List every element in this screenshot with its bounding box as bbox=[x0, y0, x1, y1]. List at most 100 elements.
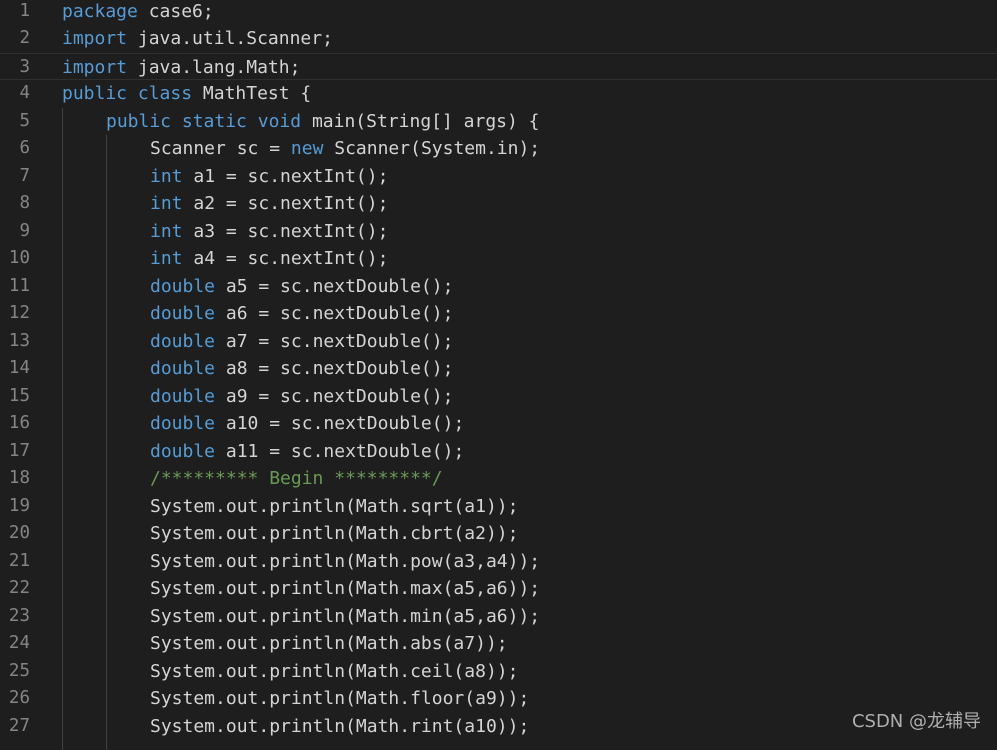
keyword-token: double bbox=[150, 331, 215, 352]
code-token: System.out.println(Math.min(a5,a6)); bbox=[150, 606, 540, 627]
code-text: System.out.println(Math.ceil(a8)); bbox=[150, 658, 518, 686]
keyword-token: int bbox=[150, 221, 183, 242]
code-line[interactable]: 9int a3 = sc.nextInt(); bbox=[0, 218, 997, 246]
line-number: 3 bbox=[0, 54, 30, 82]
code-token bbox=[127, 83, 138, 104]
code-line[interactable]: 5 public static void main(String[] args) … bbox=[0, 108, 997, 136]
code-line[interactable]: 8 int a2 = sc.nextInt(); bbox=[0, 190, 997, 218]
code-text: double a9 = sc.nextDouble(); bbox=[150, 383, 453, 411]
line-number: 11 bbox=[0, 273, 30, 301]
code-line[interactable]: 10int a4 = sc.nextInt(); bbox=[0, 245, 997, 273]
code-token bbox=[171, 111, 182, 132]
code-text: System.out.println(Math.max(a5,a6)); bbox=[150, 575, 540, 603]
code-text: System.out.println(Math.sqrt(a1)); bbox=[150, 493, 518, 521]
code-line[interactable]: 15 double a9 = sc.nextDouble(); bbox=[0, 383, 997, 411]
code-line[interactable]: 21System.out.println(Math.pow(a3,a4)); bbox=[0, 548, 997, 576]
code-editor[interactable]: 1package case6;2 import java.util.Scanner… bbox=[0, 0, 997, 741]
code-token: System.out.println(Math.pow(a3,a4)); bbox=[150, 551, 540, 572]
keyword-token: int bbox=[150, 166, 183, 187]
code-text: double a6 = sc.nextDouble(); bbox=[150, 300, 453, 328]
code-text: double a8 = sc.nextDouble(); bbox=[150, 355, 453, 383]
line-number: 8 bbox=[0, 190, 30, 218]
code-line[interactable]: 3 import java.lang.Math; bbox=[0, 53, 997, 81]
code-token: System.out.println(Math.abs(a7)); bbox=[150, 633, 508, 654]
code-token: Scanner(System.in); bbox=[323, 138, 540, 159]
code-line[interactable]: 11 double a5 = sc.nextDouble(); bbox=[0, 273, 997, 301]
keyword-token: double bbox=[150, 276, 215, 297]
code-line[interactable]: 27System.out.println(Math.rint(a10)); bbox=[0, 713, 997, 741]
line-number: 6 bbox=[0, 135, 30, 163]
code-text: import java.util.Scanner; bbox=[62, 25, 333, 53]
code-line[interactable]: 13double a7 = sc.nextDouble(); bbox=[0, 328, 997, 356]
code-token: case6; bbox=[138, 1, 214, 22]
line-number: 4 bbox=[0, 80, 30, 108]
code-text: int a2 = sc.nextInt(); bbox=[150, 190, 388, 218]
code-line[interactable]: 16 double a10 = sc.nextDouble(); bbox=[0, 410, 997, 438]
code-text: double a5 = sc.nextDouble(); bbox=[150, 273, 453, 301]
code-line[interactable]: 17double a11 = sc.nextDouble(); bbox=[0, 438, 997, 466]
line-number: 5 bbox=[0, 108, 30, 136]
code-token: a6 = sc.nextDouble(); bbox=[215, 303, 453, 324]
code-line[interactable]: 7int a1 = sc.nextInt(); bbox=[0, 163, 997, 191]
code-line[interactable]: 1package case6; bbox=[0, 0, 997, 25]
code-line[interactable]: 24 System.out.println(Math.abs(a7)); bbox=[0, 630, 997, 658]
line-number: 25 bbox=[0, 658, 30, 686]
code-text: public class MathTest { bbox=[62, 80, 311, 108]
line-number: 24 bbox=[0, 630, 30, 658]
code-token: a9 = sc.nextDouble(); bbox=[215, 386, 453, 407]
code-token: java.util.Scanner; bbox=[127, 28, 333, 49]
code-token: System.out.println(Math.max(a5,a6)); bbox=[150, 578, 540, 599]
code-token: java.lang.Math; bbox=[127, 57, 300, 78]
line-number: 12 bbox=[0, 300, 30, 328]
code-token: System.out.println(Math.ceil(a8)); bbox=[150, 661, 518, 682]
watermark-text: CSDN @龙辅导 bbox=[852, 707, 981, 733]
code-line[interactable]: 22 System.out.println(Math.max(a5,a6)); bbox=[0, 575, 997, 603]
code-token: a1 = sc.nextInt(); bbox=[183, 166, 389, 187]
code-line[interactable]: 6Scanner sc = new Scanner(System.in); bbox=[0, 135, 997, 163]
code-text: System.out.println(Math.min(a5,a6)); bbox=[150, 603, 540, 631]
code-text: double a10 = sc.nextDouble(); bbox=[150, 410, 464, 438]
line-number: 15 bbox=[0, 383, 30, 411]
line-number: 14 bbox=[0, 355, 30, 383]
code-token: System.out.println(Math.floor(a9)); bbox=[150, 688, 529, 709]
indent-guide bbox=[62, 108, 63, 750]
keyword-token: package bbox=[62, 1, 138, 22]
code-text: int a3 = sc.nextInt(); bbox=[150, 218, 388, 246]
code-token: a2 = sc.nextInt(); bbox=[183, 193, 389, 214]
code-text: public static void main(String[] args) { bbox=[106, 108, 540, 136]
code-line[interactable]: 12 double a6 = sc.nextDouble(); bbox=[0, 300, 997, 328]
code-line[interactable]: 23 System.out.println(Math.min(a5,a6)); bbox=[0, 603, 997, 631]
keyword-token: import bbox=[62, 28, 127, 49]
code-line[interactable]: 2 import java.util.Scanner; bbox=[0, 25, 997, 53]
code-line[interactable]: 19 System.out.println(Math.sqrt(a1)); bbox=[0, 493, 997, 521]
code-token: System.out.println(Math.cbrt(a2)); bbox=[150, 523, 518, 544]
code-line[interactable]: 4 public class MathTest { bbox=[0, 80, 997, 108]
line-number: 2 bbox=[0, 25, 30, 53]
code-line[interactable]: 20System.out.println(Math.cbrt(a2)); bbox=[0, 520, 997, 548]
line-number: 17 bbox=[0, 438, 30, 466]
line-number: 23 bbox=[0, 603, 30, 631]
code-text: package case6; bbox=[62, 0, 214, 25]
code-token: main(String[] args) { bbox=[301, 111, 539, 132]
keyword-token: double bbox=[150, 441, 215, 462]
code-token: System.out.println(Math.sqrt(a1)); bbox=[150, 496, 518, 517]
code-text: import java.lang.Math; bbox=[62, 54, 300, 82]
indent-guide bbox=[106, 135, 107, 750]
keyword-token: double bbox=[150, 386, 215, 407]
code-text: double a7 = sc.nextDouble(); bbox=[150, 328, 453, 356]
keyword-token: int bbox=[150, 193, 183, 214]
code-token: a4 = sc.nextInt(); bbox=[183, 248, 389, 269]
line-number: 19 bbox=[0, 493, 30, 521]
code-line[interactable]: 14 double a8 = sc.nextDouble(); bbox=[0, 355, 997, 383]
keyword-token: static bbox=[182, 111, 247, 132]
code-text: int a4 = sc.nextInt(); bbox=[150, 245, 388, 273]
code-line[interactable]: 25 System.out.println(Math.ceil(a8)); bbox=[0, 658, 997, 686]
line-number: 18 bbox=[0, 465, 30, 493]
line-number: 16 bbox=[0, 410, 30, 438]
keyword-token: void bbox=[258, 111, 301, 132]
line-number: 22 bbox=[0, 575, 30, 603]
code-token: a7 = sc.nextDouble(); bbox=[215, 331, 453, 352]
code-token: a3 = sc.nextInt(); bbox=[183, 221, 389, 242]
code-line[interactable]: 26System.out.println(Math.floor(a9)); bbox=[0, 685, 997, 713]
code-line[interactable]: 18/********* Begin *********/ bbox=[0, 465, 997, 493]
